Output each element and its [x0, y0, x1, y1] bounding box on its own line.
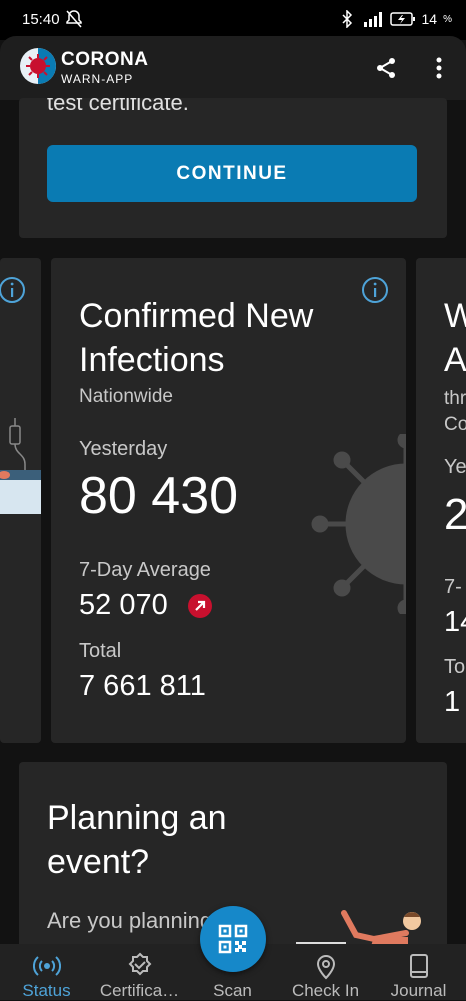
more-vert-icon — [436, 57, 442, 79]
total-label: Total — [79, 640, 122, 662]
yesterday-label: Yesterday — [79, 438, 168, 460]
nav-certificates[interactable]: Certifica… — [93, 944, 186, 1000]
event-text: Are you planning — [47, 908, 213, 933]
continue-button[interactable]: CONTINUE — [47, 145, 417, 202]
journal-icon — [409, 954, 428, 978]
card-title-partial: W A — [444, 297, 466, 379]
confirmed-infections-card[interactable]: Confirmed New Infections Nationwide Yest… — [51, 258, 406, 743]
share-icon — [377, 58, 395, 78]
signal-icon — [363, 12, 382, 27]
certificate-icon — [128, 952, 151, 976]
event-title: Planning an event? — [47, 799, 227, 881]
status-bar: 15:40 14% — [0, 0, 466, 40]
avg-label-partial: 7- — [444, 576, 462, 598]
scan-qr-button[interactable] — [200, 906, 266, 972]
total-label-partial: To — [444, 656, 466, 678]
app-subtitle: WARN-APP — [61, 72, 134, 86]
seven-day-average-value: 52 070 — [79, 589, 168, 621]
nav-status[interactable]: Status — [0, 944, 93, 1000]
battery-level: 14 — [421, 11, 438, 27]
app-bar: CORONA WARN-APP — [0, 36, 466, 100]
nav-certificates-label: Certifica… — [99, 981, 180, 1000]
bluetooth-icon — [341, 10, 352, 28]
status-time: 15:40 — [22, 11, 60, 28]
more-options-button[interactable] — [425, 54, 453, 82]
trend-up-icon — [188, 594, 212, 618]
battery-charging-icon — [389, 12, 415, 26]
location-pin-icon — [316, 955, 335, 980]
status-icon — [32, 956, 61, 976]
card-region: Nationwide — [79, 386, 173, 407]
nav-scan-label: Scan — [213, 981, 252, 1000]
stat-card-previous[interactable] — [0, 258, 41, 743]
nav-status-label: Status — [22, 981, 71, 1000]
info-icon[interactable] — [0, 276, 26, 304]
seven-day-average-label: 7-Day Average — [79, 559, 211, 581]
total-value: 7 661 811 — [79, 670, 206, 702]
nav-check-in[interactable]: Check In — [279, 944, 372, 1000]
nav-check-in-label: Check In — [291, 981, 360, 1000]
corona-warn-app-logo — [20, 48, 56, 84]
yesterday-value: 80 430 — [79, 467, 239, 525]
notifications-muted-icon — [66, 10, 82, 28]
total-value-partial: 1 — [444, 686, 461, 718]
nav-journal-label: Journal — [390, 981, 447, 1000]
stat-card-next[interactable]: W A thr Co Ye 2 7- 14 To 1 — [416, 258, 466, 743]
yesterday-label-partial: Ye — [444, 456, 466, 478]
info-icon[interactable] — [361, 276, 389, 304]
app-title: CORONA — [61, 49, 149, 70]
share-button[interactable] — [372, 54, 400, 82]
card-title: Confirmed New Infections — [79, 297, 314, 379]
virus-illustration — [311, 434, 406, 614]
qr-icon — [218, 924, 248, 954]
certificate-text: test certificate. — [47, 98, 189, 115]
yesterday-value-partial: 2 — [444, 490, 466, 539]
certificate-card: test certificate. CONTINUE — [19, 98, 447, 238]
card-subtitle-partial: thr Co — [444, 388, 466, 435]
hospital-illustration — [0, 418, 41, 514]
avg-value-partial: 14 — [444, 606, 466, 638]
nav-journal[interactable]: Journal — [372, 944, 465, 1000]
